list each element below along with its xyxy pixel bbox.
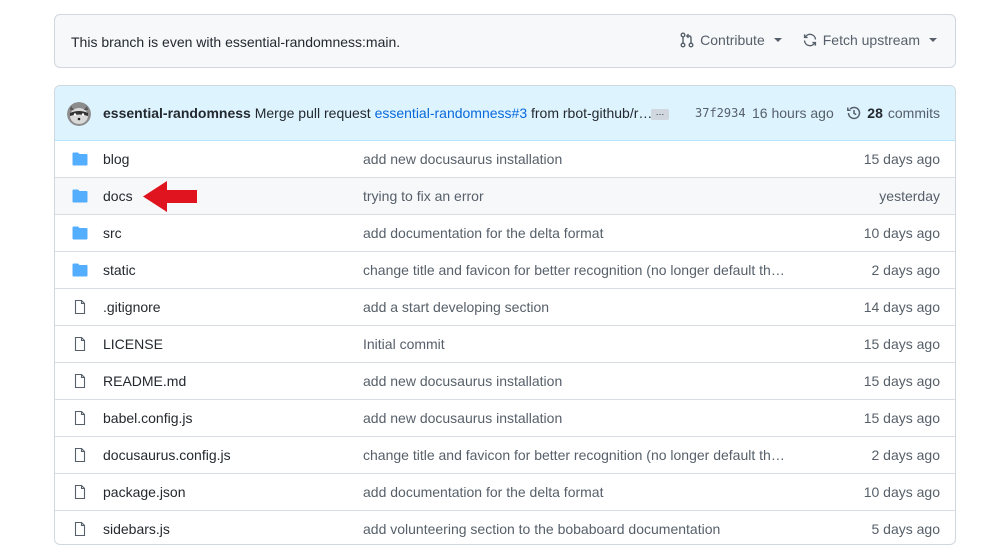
file-commit-age: 15 days ago xyxy=(863,151,940,167)
fetch-upstream-label: Fetch upstream xyxy=(822,32,920,48)
folder-icon xyxy=(72,263,88,277)
file-icon xyxy=(74,448,86,462)
file-icon xyxy=(74,485,86,499)
commits-count: 28 xyxy=(867,105,883,121)
sync-icon xyxy=(803,33,816,47)
file-commit-message[interactable]: add documentation for the delta format xyxy=(363,225,788,241)
contribute-button[interactable]: Contribute xyxy=(679,32,782,48)
branch-status-bar: This branch is even with essential-rando… xyxy=(54,14,956,68)
commit-message-prefix[interactable]: Merge pull request xyxy=(255,105,371,121)
file-commit-age: 10 days ago xyxy=(863,225,940,241)
file-row-readme[interactable]: README.md add new docusaurus installatio… xyxy=(55,363,955,400)
commit-time: 16 hours ago xyxy=(752,105,834,121)
fetch-upstream-button[interactable]: Fetch upstream xyxy=(802,32,937,48)
file-name-link[interactable]: src xyxy=(103,225,122,241)
file-commit-age: yesterday xyxy=(879,188,940,204)
file-row-package-json[interactable]: package.json add documentation for the d… xyxy=(55,474,955,511)
file-name-link[interactable]: package.json xyxy=(103,484,186,500)
chevron-down-icon xyxy=(929,38,937,42)
file-name-link[interactable]: sidebars.js xyxy=(103,521,170,537)
latest-commit-bar: essential-randomness Merge pull request … xyxy=(55,86,955,141)
avatar[interactable] xyxy=(67,102,91,126)
chevron-down-icon xyxy=(773,38,782,42)
file-commit-age: 10 days ago xyxy=(863,484,940,500)
branch-actions: Contribute Fetch upstream xyxy=(679,32,937,48)
file-row-src[interactable]: src add documentation for the delta form… xyxy=(55,215,955,252)
file-commit-message[interactable]: add volunteering section to the bobaboar… xyxy=(363,521,788,537)
git-pull-request-icon xyxy=(680,32,694,48)
folder-icon xyxy=(72,152,88,166)
file-row-license[interactable]: LICENSE Initial commit 15 days ago xyxy=(55,326,955,363)
file-name-link[interactable]: README.md xyxy=(103,373,186,389)
latest-commit-summary: essential-randomness Merge pull request … xyxy=(103,105,652,121)
file-commit-message[interactable]: change title and favicon for better reco… xyxy=(363,447,788,463)
file-name-link[interactable]: .gitignore xyxy=(103,299,161,315)
file-commit-message[interactable]: Initial commit xyxy=(363,336,788,352)
annotation-arrow-icon xyxy=(143,181,197,212)
file-icon xyxy=(74,374,86,388)
file-browser: essential-randomness Merge pull request … xyxy=(54,85,956,545)
commit-message-suffix[interactable]: from rbot-github/r… xyxy=(531,105,652,121)
file-row-static[interactable]: static change title and favicon for bett… xyxy=(55,252,955,289)
commits-label: commits xyxy=(887,105,940,121)
file-row-sidebars[interactable]: sidebars.js add volunteering section to … xyxy=(55,511,955,544)
history-icon xyxy=(847,106,861,120)
file-name-link[interactable]: docs xyxy=(103,188,133,204)
folder-icon xyxy=(72,189,88,203)
file-name-link[interactable]: docusaurus.config.js xyxy=(103,447,231,463)
file-commit-message[interactable]: add new docusaurus installation xyxy=(363,373,788,389)
file-icon xyxy=(74,337,86,351)
commits-history-link[interactable]: 28 commits xyxy=(846,105,940,121)
file-commit-age: 15 days ago xyxy=(863,336,940,352)
pull-request-link[interactable]: essential-randomness#3 xyxy=(375,105,528,121)
contribute-label: Contribute xyxy=(700,32,765,48)
file-name-link[interactable]: blog xyxy=(103,151,129,167)
file-commit-age: 5 days ago xyxy=(871,521,941,537)
file-row-blog[interactable]: blog add new docusaurus installation 15 … xyxy=(55,141,955,178)
file-commit-message[interactable]: change title and favicon for better reco… xyxy=(363,262,788,278)
expand-commit-message-button[interactable]: … xyxy=(651,108,669,120)
file-name-link[interactable]: static xyxy=(103,262,136,278)
file-commit-age: 14 days ago xyxy=(863,299,940,315)
file-row-gitignore[interactable]: .gitignore add a start developing sectio… xyxy=(55,289,955,326)
file-commit-age: 2 days ago xyxy=(871,447,941,463)
file-icon xyxy=(74,522,86,536)
file-commit-age: 2 days ago xyxy=(871,262,941,278)
file-row-docusaurus-config[interactable]: docusaurus.config.js change title and fa… xyxy=(55,437,955,474)
file-commit-message[interactable]: add documentation for the delta format xyxy=(363,484,788,500)
file-commit-message[interactable]: add new docusaurus installation xyxy=(363,151,788,167)
file-icon xyxy=(74,411,86,425)
file-commit-age: 15 days ago xyxy=(863,373,940,389)
file-commit-message[interactable]: add a start developing section xyxy=(363,299,788,315)
commit-sha-link[interactable]: 37f2934 xyxy=(695,106,746,120)
file-commit-message[interactable]: add new docusaurus installation xyxy=(363,410,788,426)
file-name-link[interactable]: LICENSE xyxy=(103,336,163,352)
file-name-link[interactable]: babel.config.js xyxy=(103,410,193,426)
commit-author-link[interactable]: essential-randomness xyxy=(103,105,251,121)
file-commit-age: 15 days ago xyxy=(863,410,940,426)
file-row-babel-config[interactable]: babel.config.js add new docusaurus insta… xyxy=(55,400,955,437)
file-commit-message[interactable]: trying to fix an error xyxy=(363,188,788,204)
file-icon xyxy=(74,300,86,314)
folder-icon xyxy=(72,226,88,240)
branch-status-text: This branch is even with essential-rando… xyxy=(71,34,401,50)
